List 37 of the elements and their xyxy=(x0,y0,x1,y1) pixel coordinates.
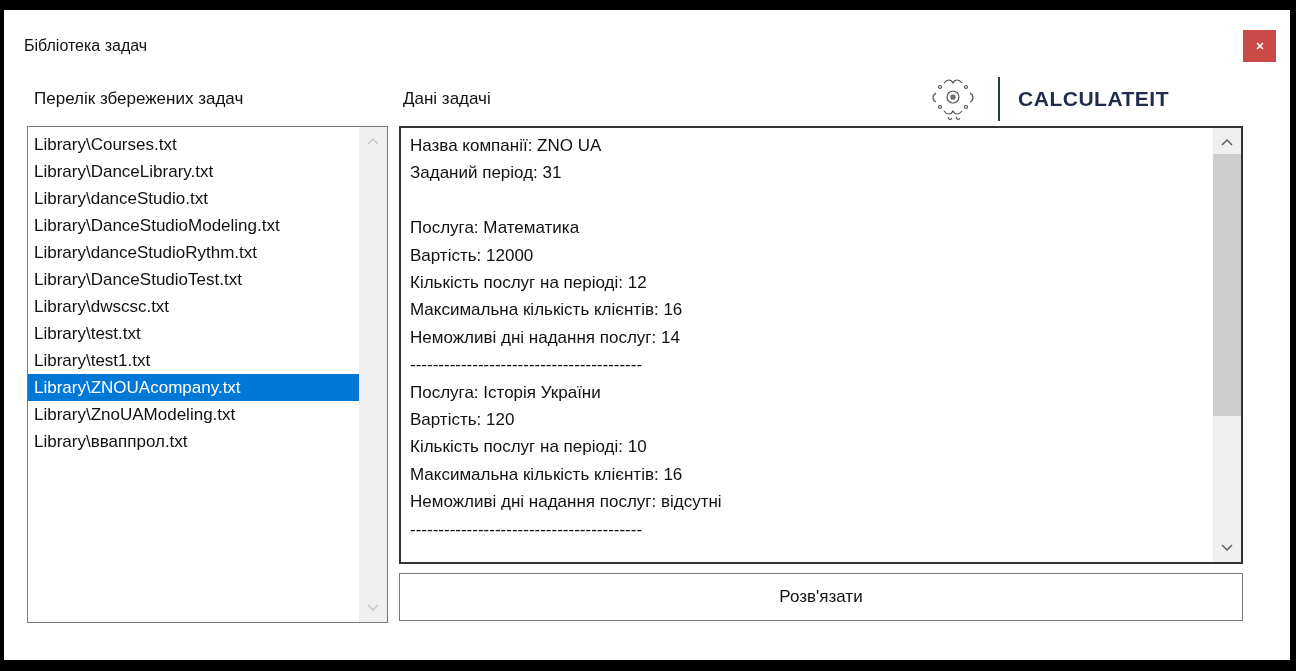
list-item[interactable]: Library\danceStudio.txt xyxy=(28,185,359,212)
details-label: Дані задачі xyxy=(403,89,491,109)
detail-line: Вартість: 12000 xyxy=(410,244,535,267)
list-item[interactable]: Library\test.txt xyxy=(28,320,359,347)
detail-line: Кількість послуг на періоді: 10 xyxy=(410,436,648,459)
brand-name: CALCULATEIT xyxy=(1018,87,1169,111)
list-item[interactable]: Library\ZNOUAcompany.txt xyxy=(28,374,359,401)
list-item[interactable]: Library\danceStudioRythm.txt xyxy=(28,239,359,266)
window-title: Бібліотека задач xyxy=(24,37,148,55)
close-button[interactable] xyxy=(1243,30,1276,62)
detail-line: Максимальна кількість клієнтів: 16 xyxy=(410,463,684,486)
detail-line: Заданий період: 31 xyxy=(410,162,563,185)
list-item[interactable]: Library\Courses.txt xyxy=(28,131,359,158)
scroll-up-icon[interactable] xyxy=(1221,138,1233,146)
detail-line: Послуга: Історія України xyxy=(410,381,602,404)
detail-line: Максимальна кількість клієнтів: 16 xyxy=(410,299,684,322)
separator-line: ----------------------------------------- xyxy=(410,354,644,377)
separator-line: ----------------------------------------- xyxy=(410,518,644,541)
list-label: Перелік збережених задач xyxy=(34,89,244,109)
list-item[interactable]: Library\DanceStudioModeling.txt xyxy=(28,212,359,239)
list-item[interactable]: Library\test1.txt xyxy=(28,347,359,374)
list-item[interactable]: Library\DanceStudioTest.txt xyxy=(28,266,359,293)
detail-line: Вартість: 120 xyxy=(410,409,516,432)
task-details-box[interactable] xyxy=(399,126,1243,564)
scrollbar-thumb[interactable] xyxy=(1213,154,1241,416)
detail-line: Назва компанії: ZNO UA xyxy=(410,135,603,157)
scroll-down-icon[interactable] xyxy=(1221,544,1233,552)
detail-line: Кількість послуг на періоді: 12 xyxy=(410,272,648,294)
detail-line: Неможливі дні надання послуг: 14 xyxy=(410,326,681,349)
solve-button[interactable]: Розв'язати xyxy=(399,573,1243,621)
list-item[interactable]: Library\DanceLibrary.txt xyxy=(28,158,359,185)
list-item[interactable]: Library\dwscsc.txt xyxy=(28,293,359,320)
detail-line: Послуга: Математика xyxy=(410,217,581,240)
list-item[interactable]: Library\вваппрол.txt xyxy=(28,428,359,455)
detail-line: Неможливі дні надання послуг: відсутні xyxy=(410,491,723,514)
close-icon xyxy=(1254,41,1265,51)
list-item[interactable]: Library\ZnoUAModeling.txt xyxy=(28,401,359,428)
